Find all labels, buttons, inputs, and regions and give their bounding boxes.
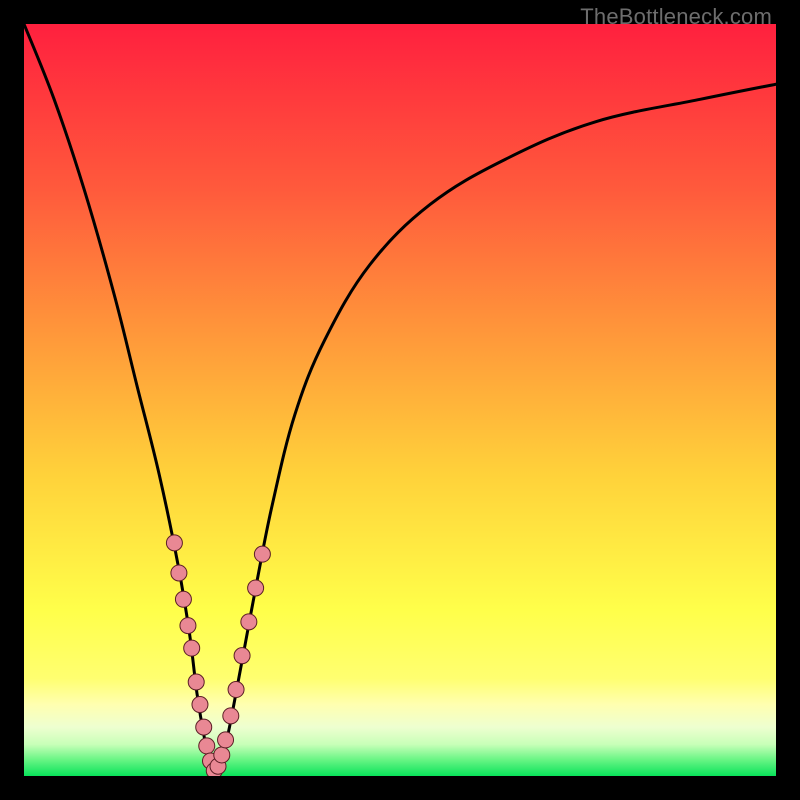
plot-area <box>24 24 776 776</box>
curve-marker <box>184 640 200 656</box>
watermark-text: TheBottleneck.com <box>580 4 772 30</box>
curve-marker <box>192 697 208 713</box>
curve-marker <box>248 580 264 596</box>
curve-marker <box>254 546 270 562</box>
curve-marker <box>241 614 257 630</box>
curve-marker <box>218 732 234 748</box>
curve-marker <box>175 591 191 607</box>
curve-marker <box>180 618 196 634</box>
chart-svg <box>24 24 776 776</box>
curve-marker <box>188 674 204 690</box>
chart-frame: TheBottleneck.com <box>0 0 800 800</box>
curve-path <box>24 24 776 772</box>
curve-marker <box>234 648 250 664</box>
marker-group <box>166 535 270 776</box>
curve-marker <box>223 708 239 724</box>
curve-marker <box>214 747 230 763</box>
curve-marker <box>196 719 212 735</box>
bottleneck-curve <box>24 24 776 772</box>
curve-marker <box>199 738 215 754</box>
curve-marker <box>166 535 182 551</box>
curve-marker <box>228 682 244 698</box>
curve-marker <box>171 565 187 581</box>
